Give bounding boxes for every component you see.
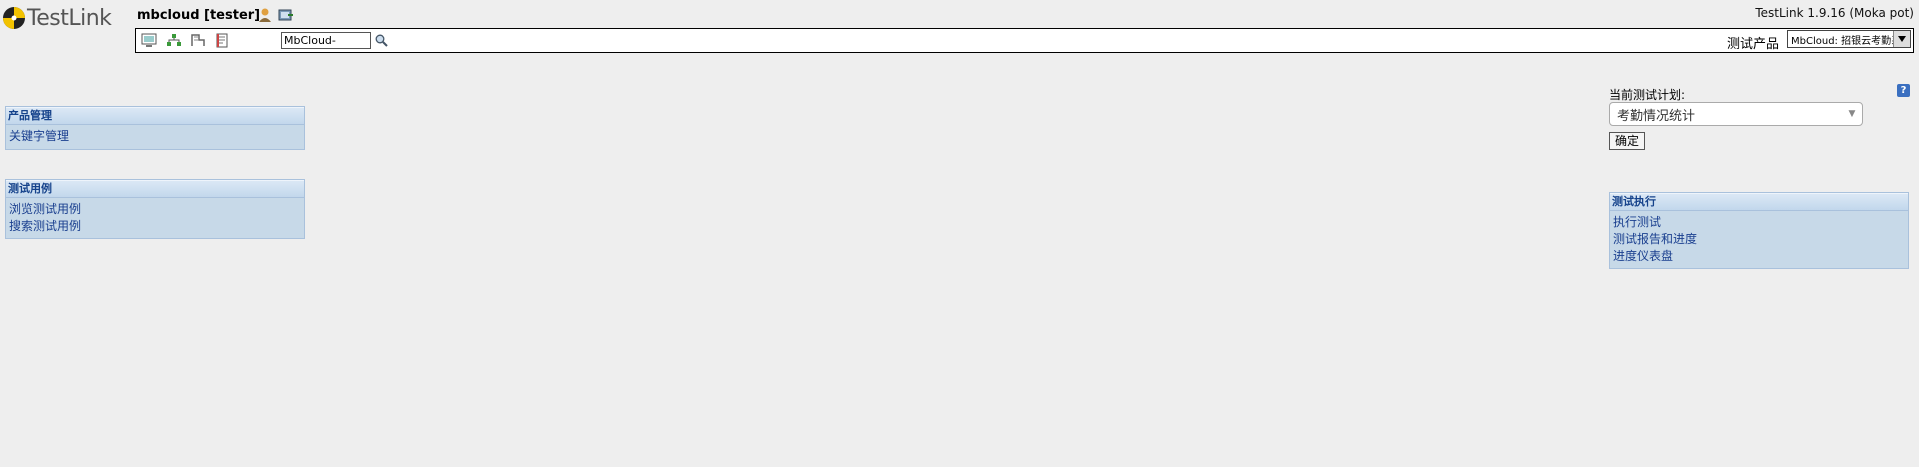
toolbar: 测试产品 MbCloud: 招银云考勤系统 <box>135 28 1914 53</box>
app-title: TestLink <box>27 5 112 31</box>
user-settings-icon[interactable] <box>256 7 274 23</box>
testlink-logo[interactable]: TestLink <box>2 4 112 32</box>
chevron-down-icon <box>1893 31 1910 47</box>
testlink-logo-icon <box>2 6 26 30</box>
panel-header: 产品管理 <box>6 107 304 125</box>
keyword-management-link[interactable]: 关键字管理 <box>9 128 301 145</box>
test-reports-link[interactable]: 测试报告和进度 <box>1613 231 1905 248</box>
panel-header: 测试执行 <box>1610 193 1908 211</box>
test-specification-icon[interactable] <box>189 32 207 48</box>
user-info: mbcloud [tester] <box>137 8 261 23</box>
progress-dashboard-link[interactable]: 进度仪表盘 <box>1613 248 1905 265</box>
browse-test-cases-link[interactable]: 浏览测试用例 <box>9 201 301 218</box>
help-icon[interactable]: ? <box>1897 84 1910 97</box>
product-management-panel: 产品管理 关键字管理 <box>5 106 305 150</box>
test-plan-select-value: 考勤情况统计 <box>1617 108 1696 124</box>
test-plan-label: 当前测试计划: <box>1609 88 1686 102</box>
version-info: TestLink 1.9.16 (Moka pot) <box>1755 6 1914 20</box>
search-icon[interactable] <box>372 32 390 48</box>
logout-icon[interactable] <box>277 7 295 23</box>
test-execution-panel: 测试执行 执行测试 测试报告和进度 进度仪表盘 <box>1609 192 1909 269</box>
execute-tests-link[interactable]: 执行测试 <box>1613 214 1905 231</box>
product-label: 测试产品 <box>1726 37 1779 52</box>
confirm-button[interactable]: 确定 <box>1609 132 1646 150</box>
test-plan-select[interactable]: 考勤情况统计 ▼ <box>1609 102 1863 126</box>
chevron-down-icon: ▼ <box>1848 109 1856 119</box>
product-select-value: MbCloud: 招银云考勤系统 <box>1791 35 1893 47</box>
requirements-icon[interactable] <box>165 32 183 48</box>
header: TestLink mbcloud [tester] TestLink 1.9.1… <box>0 0 1919 56</box>
desktop-icon[interactable] <box>140 32 158 48</box>
search-test-cases-link[interactable]: 搜索测试用例 <box>9 218 301 235</box>
panel-header: 测试用例 <box>6 180 304 198</box>
test-execution-icon[interactable] <box>213 32 231 48</box>
test-case-panel: 测试用例 浏览测试用例 搜索测试用例 <box>5 179 305 239</box>
testcase-search-input[interactable] <box>281 32 371 49</box>
product-select[interactable]: MbCloud: 招银云考勤系统 <box>1787 30 1911 48</box>
